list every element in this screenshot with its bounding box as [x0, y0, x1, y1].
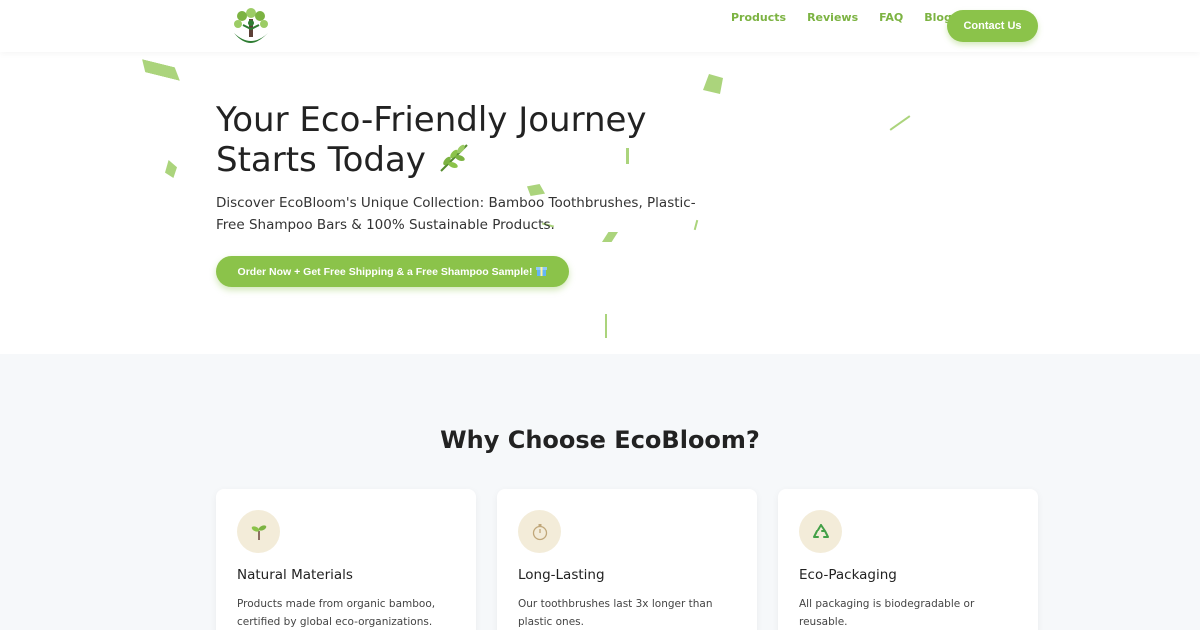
card-title: Eco-Packaging [799, 567, 897, 583]
feature-card-natural-materials: Natural Materials Products made from org… [216, 489, 476, 630]
feature-card-long-lasting: Long-Lasting Our toothbrushes last 3x lo… [497, 489, 757, 630]
order-now-button[interactable]: Order Now + Get Free Shipping & a Free S… [216, 256, 569, 287]
hero-section: Your Eco-Friendly Journey Starts Today D… [0, 52, 1200, 354]
nav-link-products[interactable]: Products [731, 11, 786, 24]
nav-links: Products Reviews FAQ Blog [731, 11, 973, 24]
floating-leaf-decoration [605, 314, 607, 338]
hero-subtitle: Discover EcoBloom's Unique Collection: B… [216, 195, 696, 233]
card-title: Long-Lasting [518, 567, 605, 583]
card-description: Our toothbrushes last 3x longer than pla… [518, 598, 713, 628]
gift-icon [536, 264, 548, 279]
why-choose-section: Why Choose EcoBloom? Natural Materials P… [0, 354, 1200, 630]
ecobloom-logo[interactable] [228, 3, 274, 49]
stopwatch-icon [518, 510, 561, 553]
floating-leaf-decoration [889, 115, 911, 131]
floating-leaf-decoration [139, 59, 183, 81]
recycle-icon [799, 510, 842, 553]
feature-card-eco-packaging: Eco-Packaging All packaging is biodegrad… [778, 489, 1038, 630]
floating-leaf-decoration [703, 74, 723, 94]
card-title: Natural Materials [237, 567, 353, 583]
section-title: Why Choose EcoBloom? [440, 426, 760, 454]
herb-leaf-icon [437, 144, 471, 178]
card-description: Products made from organic bamboo, certi… [237, 598, 436, 628]
navbar: Products Reviews FAQ Blog Contact Us [0, 0, 1200, 52]
floating-leaf-decoration [165, 160, 177, 178]
hero-title: Your Eco-Friendly Journey Starts Today [216, 100, 696, 183]
card-description: All packaging is biodegradable or reusab… [799, 598, 975, 628]
order-now-label: Order Now + Get Free Shipping & a Free S… [237, 265, 533, 278]
nav-link-faq[interactable]: FAQ [879, 11, 903, 24]
seedling-icon [237, 510, 280, 553]
contact-us-button[interactable]: Contact Us [947, 10, 1038, 42]
hero-title-line2: Starts Today [216, 140, 426, 180]
nav-link-reviews[interactable]: Reviews [807, 11, 858, 24]
hero-title-line1: Your Eco-Friendly Journey [216, 100, 647, 140]
